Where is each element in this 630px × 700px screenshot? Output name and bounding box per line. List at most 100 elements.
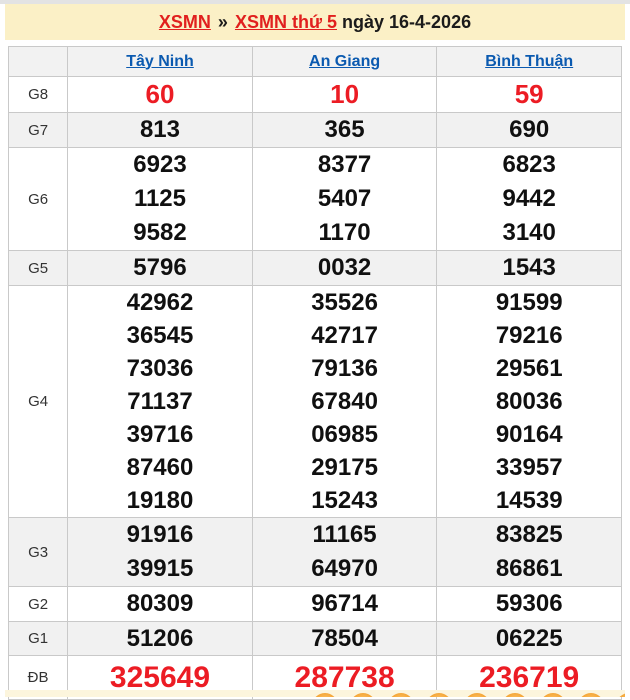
result-number: 42717 — [311, 322, 378, 349]
result-number: 10 — [330, 79, 360, 109]
result-cell: 8377 5407 1170 — [251, 147, 438, 251]
result-number: 86861 — [495, 555, 563, 582]
lottery-ball-icon — [540, 693, 566, 697]
lottery-ball-icon — [578, 693, 604, 697]
result-number: 5407 — [317, 185, 372, 212]
result-number: 35526 — [311, 289, 378, 316]
result-cell: 59 — [436, 76, 622, 113]
result-cell: 10 — [251, 76, 438, 113]
prize-row-g7: G7 813 365 690 — [7, 112, 622, 148]
next-section-strip — [5, 690, 625, 697]
result-number: 36545 — [126, 322, 194, 349]
prize-label-g5: G5 — [7, 250, 69, 286]
results-title: XSMN » XSMN thứ 5 ngày 16-4-2026 — [5, 4, 625, 40]
result-cell: 83825 86861 — [436, 517, 622, 587]
result-cell: 690 — [436, 112, 622, 148]
result-number: 5796 — [133, 254, 187, 281]
result-number: 39716 — [126, 421, 194, 448]
corner-cell — [7, 46, 69, 77]
result-cell: 1543 — [436, 250, 622, 286]
result-number: 91599 — [495, 289, 563, 316]
result-number: 06225 — [495, 625, 563, 652]
prize-row-g3: G3 91916 39915 11165 64970 83825 86861 — [7, 517, 622, 587]
result-cell: 6923 1125 9582 — [67, 147, 253, 251]
lottery-ball-icon — [464, 693, 490, 697]
result-number: 96714 — [311, 590, 378, 617]
prize-label-g6: G6 — [7, 147, 69, 251]
result-number: 813 — [139, 116, 180, 143]
result-number: 1170 — [318, 219, 371, 246]
results-table-container: Tây Ninh An Giang Bình Thuận G8 60 10 59… — [7, 46, 622, 700]
result-number: 9582 — [133, 219, 187, 246]
result-number: 42962 — [126, 289, 194, 316]
lottery-ball-icon — [388, 693, 414, 697]
result-number: 11165 — [312, 521, 377, 548]
result-cell: 06225 — [436, 621, 622, 656]
xsmn-link[interactable]: XSMN — [159, 12, 211, 32]
binh-thuan-link[interactable]: Bình Thuận — [485, 53, 573, 70]
result-number: 90164 — [495, 421, 563, 448]
result-cell: 78504 — [251, 621, 438, 656]
result-number: 8377 — [317, 151, 372, 178]
result-number: 6923 — [133, 151, 187, 178]
prize-row-g2: G2 80309 96714 59306 — [7, 586, 622, 622]
result-number: 60 — [145, 79, 175, 109]
result-cell: 42962 36545 73036 71137 39716 87460 1918… — [67, 285, 253, 518]
prize-label-g7: G7 — [7, 112, 69, 148]
column-header-binh-thuan: Bình Thuận — [436, 46, 622, 77]
lottery-ball-icon — [616, 693, 625, 697]
result-cell: 813 — [67, 112, 253, 148]
result-number: 6823 — [502, 151, 556, 178]
result-number: 29561 — [495, 355, 563, 382]
result-number: 0032 — [317, 254, 372, 281]
column-header-tay-ninh: Tây Ninh — [67, 46, 253, 77]
result-cell: 59306 — [436, 586, 622, 622]
result-number: 14539 — [495, 487, 563, 514]
prize-row-g5: G5 5796 0032 1543 — [7, 250, 622, 286]
result-cell: 91599 79216 29561 80036 90164 33957 1453… — [436, 285, 622, 518]
result-number: 33957 — [495, 454, 563, 481]
prize-row-g1: G1 51206 78504 06225 — [7, 621, 622, 656]
result-number: 15243 — [311, 487, 378, 514]
result-number: 64970 — [311, 555, 378, 582]
prize-label-g1: G1 — [7, 621, 69, 656]
result-cell: 91916 39915 — [67, 517, 253, 587]
result-number: 87460 — [126, 454, 194, 481]
result-number: 3140 — [502, 219, 556, 246]
an-giang-link[interactable]: An Giang — [309, 53, 380, 70]
draw-date-text: ngày 16-4-2026 — [342, 12, 472, 32]
title-separator: » — [217, 12, 228, 32]
result-number: 1543 — [502, 254, 556, 281]
prize-row-g8: G8 60 10 59 — [7, 76, 622, 113]
result-cell: 60 — [67, 76, 253, 113]
result-number: 78504 — [311, 625, 378, 652]
lottery-ball-icon — [502, 693, 528, 697]
result-number: 73036 — [126, 355, 194, 382]
result-number: 71137 — [127, 388, 193, 415]
result-number: 67840 — [311, 388, 378, 415]
result-cell: 96714 — [251, 586, 438, 622]
result-number: 79136 — [311, 355, 378, 382]
result-cell: 6823 9442 3140 — [436, 147, 622, 251]
xsmn-weekday-link[interactable]: XSMN thứ 5 — [235, 12, 337, 32]
result-number: 39915 — [126, 555, 194, 582]
result-cell: 11165 64970 — [251, 517, 438, 587]
result-number: 91916 — [126, 521, 194, 548]
prize-label-g8: G8 — [7, 76, 69, 113]
result-number: 59 — [514, 79, 544, 109]
result-number: 9442 — [502, 185, 556, 212]
result-number: 365 — [324, 116, 365, 143]
lottery-ball-icon — [312, 693, 338, 697]
result-number: 83825 — [495, 521, 563, 548]
result-cell: 5796 — [67, 250, 253, 286]
prize-row-g6: G6 6923 1125 9582 8377 5407 1170 6823 94… — [7, 147, 622, 251]
result-cell: 35526 42717 79136 67840 06985 29175 1524… — [251, 285, 438, 518]
tay-ninh-link[interactable]: Tây Ninh — [126, 53, 194, 70]
result-cell: 51206 — [67, 621, 253, 656]
prize-label-g4: G4 — [7, 285, 69, 518]
result-number: 80309 — [126, 590, 194, 617]
result-cell: 0032 — [251, 250, 438, 286]
result-number: 80036 — [495, 388, 563, 415]
column-header-an-giang: An Giang — [251, 46, 438, 77]
lottery-ball-icon — [426, 693, 452, 697]
